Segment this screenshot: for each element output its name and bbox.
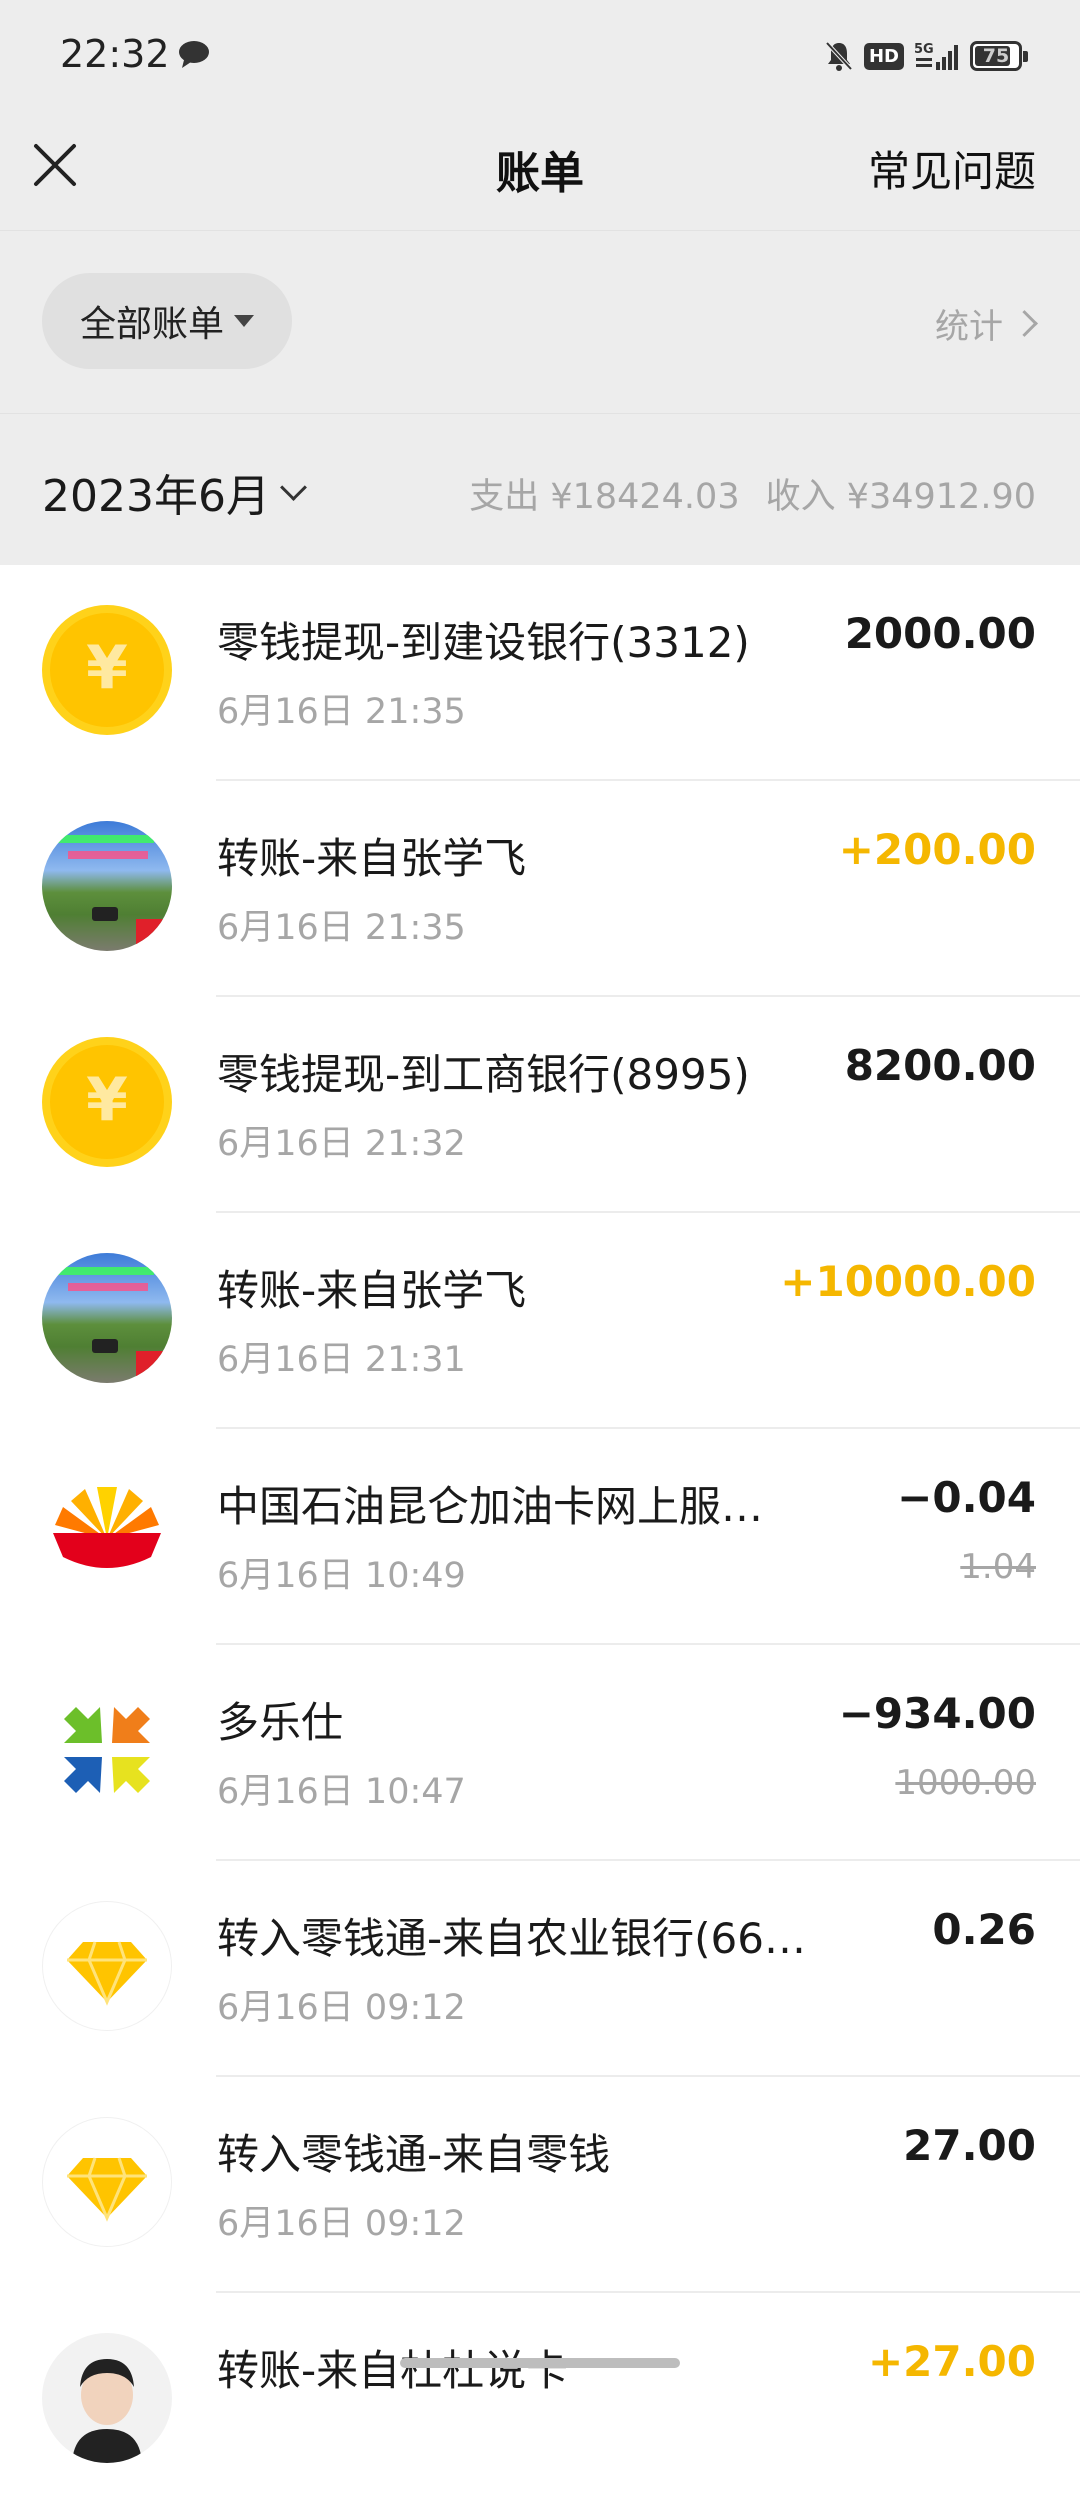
user-photo-avatar (42, 2333, 172, 2463)
user-photo-avatar (42, 1253, 172, 1383)
stats-label: 统计 (935, 307, 1003, 347)
bill-filter-dropdown[interactable]: 全部账单 (42, 273, 292, 369)
transaction-date: 6月16日 21:35 (217, 692, 466, 732)
transaction-title: 零钱提现-到工商银行(8995) (217, 1050, 750, 1099)
transaction-row[interactable]: ¥ 零钱提现-到工商银行(8995) 6月16日 21:32 8200.00 (0, 997, 1080, 1213)
transaction-date: 6月16日 10:47 (217, 1772, 466, 1812)
5g-signal-icon: 5G (914, 42, 958, 70)
transaction-amount: 8200.00 (844, 1041, 1036, 1090)
transaction-title: 中国石油昆仑加油卡网上服… (217, 1482, 764, 1531)
transaction-title: 转账-来自张学飞 (217, 834, 527, 883)
transaction-title: 多乐仕 (217, 1698, 344, 1747)
transaction-amount: +200.00 (838, 825, 1036, 874)
transaction-amount: +10000.00 (780, 1257, 1036, 1306)
month-totals: 支出 ¥18424.03 收入 ¥34912.90 (469, 468, 1036, 519)
mute-bell-icon (825, 41, 853, 71)
transaction-list: ¥ 零钱提现-到建设银行(3312) 6月16日 21:35 2000.00 转… (0, 565, 1080, 2509)
transaction-amount: +27.00 (867, 2337, 1036, 2386)
yen-coin-icon: ¥ (42, 1037, 172, 1167)
transaction-row[interactable]: 多乐仕 6月16日 10:47 −934.00 1000.00 (0, 1645, 1080, 1861)
status-icons: HD 5G 75 (824, 38, 1028, 74)
diamond-icon (42, 2117, 172, 2247)
chevron-right-icon (1011, 310, 1038, 337)
bill-filter-label: 全部账单 (79, 304, 224, 345)
transaction-date: 6月16日 10:49 (217, 1556, 466, 1596)
month-label: 2023年6月 (42, 471, 270, 522)
transaction-title: 零钱提现-到建设银行(3312) (217, 618, 750, 667)
transaction-row[interactable]: 中国石油昆仑加油卡网上服… 6月16日 10:49 −0.04 1.04 (0, 1429, 1080, 1645)
transaction-date: 6月16日 21:32 (217, 1124, 466, 1164)
transaction-amount: 2000.00 (844, 609, 1036, 658)
original-amount: 1000.00 (895, 1763, 1036, 1803)
status-time: 22:32 (60, 32, 170, 76)
yen-coin-icon: ¥ (42, 605, 172, 735)
expense-total: 支出 ¥18424.03 (469, 477, 740, 517)
chevron-down-icon (280, 473, 307, 501)
transaction-date: 6月16日 09:12 (217, 2204, 466, 2244)
transaction-title: 转入零钱通-来自农业银行(66… (217, 1914, 806, 1963)
transaction-row[interactable]: ¥ 零钱提现-到建设银行(3312) 6月16日 21:35 2000.00 (0, 565, 1080, 781)
nav-bar: 账单 常见问题 (0, 110, 1080, 230)
stats-link[interactable]: 统计 (935, 299, 1038, 348)
transaction-amount: 0.26 (932, 1905, 1036, 1954)
transaction-title: 转入零钱通-来自零钱 (217, 2130, 611, 2179)
transaction-row[interactable]: 转入零钱通-来自农业银行(66… 6月16日 09:12 0.26 (0, 1861, 1080, 2077)
message-bubble-icon (179, 41, 209, 68)
transaction-row[interactable]: 转入零钱通-来自零钱 6月16日 09:12 27.00 (0, 2077, 1080, 2293)
transaction-row[interactable]: 转账-来自张学飞 6月16日 21:35 +200.00 (0, 781, 1080, 997)
month-header: 2023年6月 支出 ¥18424.03 收入 ¥34912.90 (0, 413, 1080, 566)
transaction-row[interactable]: 转账-来自张学飞 6月16日 21:31 +10000.00 (0, 1213, 1080, 1429)
transaction-amount: 27.00 (903, 2121, 1036, 2170)
home-indicator[interactable] (400, 2358, 680, 2368)
transaction-title: 转账-来自张学飞 (217, 1266, 527, 1315)
transaction-amount: −0.04 (897, 1473, 1036, 1522)
original-amount: 1.04 (960, 1547, 1036, 1587)
transaction-row[interactable]: 转账-来自杜杜说卡 +27.00 (0, 2293, 1080, 2509)
duolesi-logo-icon (42, 1685, 172, 1815)
transaction-amount: −934.00 (838, 1689, 1036, 1738)
battery-icon: 75 (970, 41, 1028, 71)
transaction-date: 6月16日 09:12 (217, 1988, 466, 2028)
svg-text:5G: 5G (914, 42, 934, 57)
income-total: 收入 ¥34912.90 (765, 477, 1036, 517)
diamond-icon (42, 1901, 172, 2031)
caret-down-icon (234, 315, 254, 327)
filter-row: 全部账单 统计 (0, 230, 1080, 411)
hd-icon: HD (863, 42, 904, 70)
status-bar: 22:32 HD 5G 75 (0, 0, 1080, 110)
transaction-date: 6月16日 21:35 (217, 908, 466, 948)
transaction-date: 6月16日 21:31 (217, 1340, 466, 1380)
petrochina-logo-icon (42, 1469, 172, 1599)
faq-link[interactable]: 常见问题 (868, 138, 1036, 199)
user-photo-avatar (42, 821, 172, 951)
month-selector[interactable]: 2023年6月 (42, 460, 307, 524)
